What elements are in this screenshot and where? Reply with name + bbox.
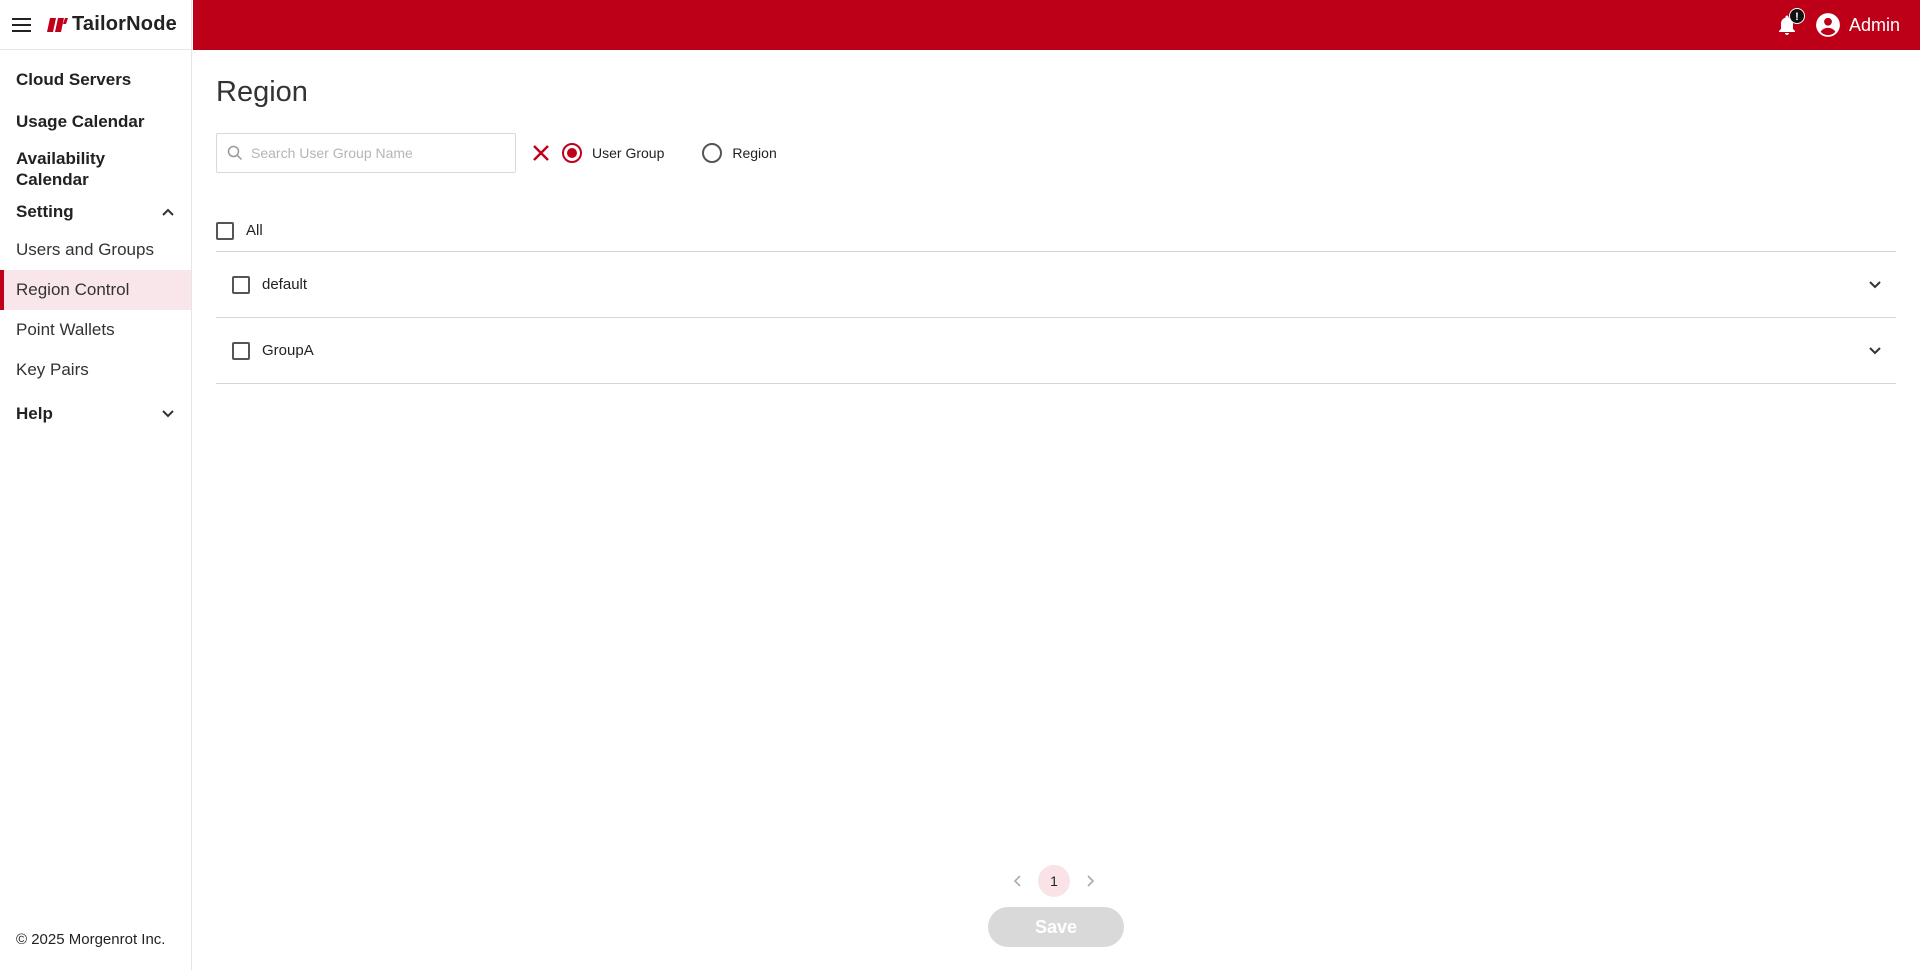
brand-bar: TailorNode xyxy=(0,0,191,50)
setting-submenu: Users and Groups Region Control Point Wa… xyxy=(0,230,191,390)
user-menu[interactable]: Admin xyxy=(1815,12,1900,38)
select-all-label: All xyxy=(246,222,263,239)
sidebar-group-help[interactable]: Help xyxy=(0,404,191,424)
group-name: default xyxy=(262,276,308,293)
radio-user-group[interactable]: User Group xyxy=(562,143,664,163)
chevron-down-icon[interactable] xyxy=(1866,276,1884,294)
copyright-footer: © 2025 Morgenrot Inc. xyxy=(16,931,166,948)
pagination: 1 xyxy=(1010,865,1098,897)
sidebar: TailorNode Cloud Servers Usage Calendar … xyxy=(0,0,192,970)
list-item[interactable]: default xyxy=(216,252,1896,318)
group-list: All default GroupA xyxy=(216,210,1896,384)
chevron-right-icon[interactable] xyxy=(1082,873,1098,889)
radio-region[interactable]: Region xyxy=(702,143,777,163)
select-all-row: All xyxy=(216,210,1896,252)
sidebar-item-usage-calendar[interactable]: Usage Calendar xyxy=(0,112,191,132)
select-all-checkbox[interactable] xyxy=(216,221,234,240)
group-checkbox[interactable] xyxy=(232,341,250,360)
top-bar: ! Admin xyxy=(193,0,1920,50)
chevron-up-icon xyxy=(162,208,174,216)
sidebar-group-label: Help xyxy=(16,404,53,423)
sidebar-item-key-pairs[interactable]: Key Pairs xyxy=(0,350,191,390)
brand-name: TailorNode xyxy=(72,13,177,35)
notification-badge: ! xyxy=(1788,8,1805,24)
sidebar-item-point-wallets[interactable]: Point Wallets xyxy=(0,310,191,350)
clear-search-icon[interactable] xyxy=(530,142,552,164)
radio-label: User Group xyxy=(592,145,665,161)
sidebar-item-region-control[interactable]: Region Control xyxy=(0,270,191,310)
sidebar-item-cloud-servers[interactable]: Cloud Servers xyxy=(0,70,191,90)
filter-toolbar: User Group Region xyxy=(216,133,777,173)
sidebar-group-label: Setting xyxy=(16,202,74,221)
sidebar-item-availability-calendar[interactable]: Availability Calendar xyxy=(0,148,191,190)
sidebar-item-users-and-groups[interactable]: Users and Groups xyxy=(0,230,191,270)
menu-icon[interactable] xyxy=(12,14,34,36)
sidebar-group-setting[interactable]: Setting xyxy=(0,202,191,222)
group-name: GroupA xyxy=(262,342,314,359)
page-number-current[interactable]: 1 xyxy=(1038,865,1070,897)
logo[interactable]: TailorNode xyxy=(46,13,177,36)
page-title: Region xyxy=(216,76,308,108)
chevron-down-icon xyxy=(162,410,174,418)
account-circle-icon xyxy=(1816,13,1840,37)
user-name: Admin xyxy=(1848,14,1900,35)
chevron-down-icon[interactable] xyxy=(1866,342,1884,360)
save-button[interactable]: Save xyxy=(988,907,1124,947)
radio-checked-icon xyxy=(562,143,582,163)
radio-label: Region xyxy=(732,145,777,161)
search-input[interactable] xyxy=(251,145,501,161)
group-checkbox[interactable] xyxy=(232,275,250,294)
search-box[interactable] xyxy=(216,133,516,173)
logo-mark-icon xyxy=(47,17,68,32)
chevron-left-icon[interactable] xyxy=(1010,873,1026,889)
main-content: Region User Group Region All xyxy=(216,50,1896,970)
notification-bell[interactable]: ! xyxy=(1775,8,1805,37)
radio-unchecked-icon xyxy=(702,143,723,163)
search-icon xyxy=(227,145,243,161)
list-item[interactable]: GroupA xyxy=(216,318,1896,384)
sidebar-nav: Cloud Servers Usage Calendar Availabilit… xyxy=(0,50,191,424)
